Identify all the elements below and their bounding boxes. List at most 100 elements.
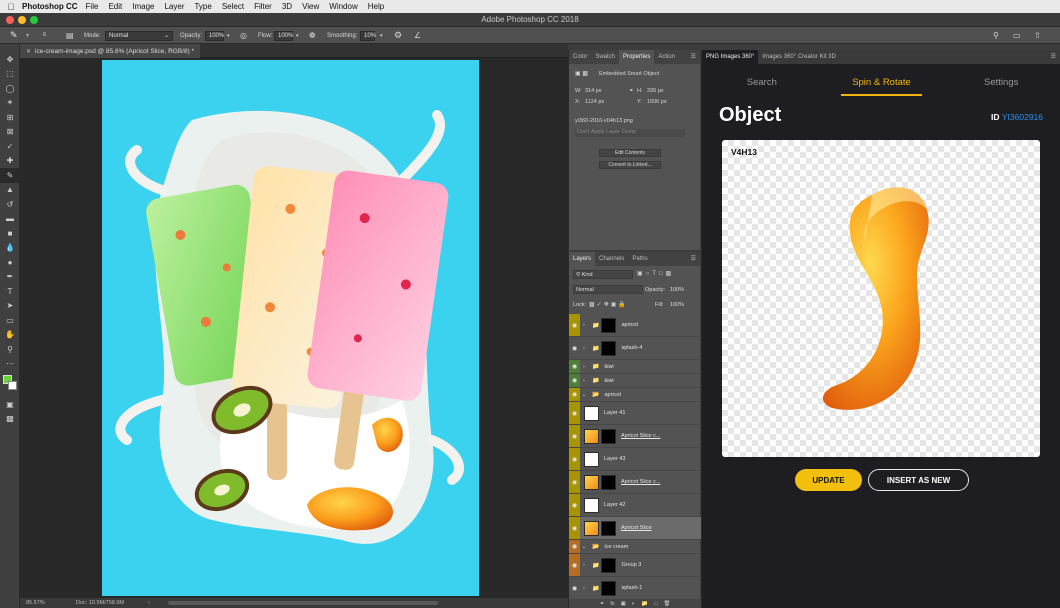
layer-name[interactable]: apricot bbox=[621, 322, 638, 328]
chevron-right-icon[interactable]: › bbox=[580, 374, 588, 387]
tab-creator-kit-3d[interactable]: Images 360° Creator Kit 3D bbox=[758, 50, 839, 64]
gear-icon[interactable]: ⚙ bbox=[394, 30, 402, 41]
layer-row[interactable]: ◉ › 📁 kiwi bbox=[569, 374, 701, 388]
layer-name[interactable]: Group 3 bbox=[621, 562, 641, 568]
angle-icon[interactable]: ∠ bbox=[414, 30, 421, 41]
layer-thumbnail[interactable] bbox=[584, 497, 599, 513]
layer-name[interactable]: Layer 42 bbox=[604, 502, 625, 508]
marquee-tool-icon[interactable]: ⬚ bbox=[0, 67, 20, 82]
layer-row[interactable]: ◉ › 📁 Group 3 bbox=[569, 554, 701, 577]
layer-row[interactable]: ◉ Apricot Slice c... bbox=[569, 425, 701, 448]
link-icon[interactable]: ⚭ bbox=[629, 88, 634, 94]
link-layers-icon[interactable]: ⚭ bbox=[600, 601, 605, 607]
trash-icon[interactable]: 🗑 bbox=[663, 601, 670, 607]
tab-png-images-360[interactable]: PNG Images 360° bbox=[702, 50, 759, 64]
layer-row[interactable]: ◉ › 📁 kiwi bbox=[569, 360, 701, 374]
layer-name[interactable]: apricot bbox=[604, 392, 621, 398]
menu-window[interactable]: Window bbox=[329, 2, 357, 11]
visibility-eye-icon[interactable]: ◉ bbox=[569, 577, 580, 599]
layer-comp-select[interactable]: Don't Apply Layer Comp bbox=[575, 129, 685, 137]
filter-kind-select[interactable]: ⚲ Kind bbox=[573, 270, 633, 279]
tab-layers[interactable]: Layers bbox=[569, 252, 596, 266]
chevron-right-icon[interactable]: › bbox=[580, 577, 588, 599]
panel-menu-icon[interactable]: ☰ bbox=[691, 53, 696, 60]
workspace-icon[interactable]: ▭ bbox=[1013, 30, 1021, 41]
layers-menu-icon[interactable]: ☰ bbox=[691, 255, 696, 262]
edit-contents-button[interactable]: Edit Contents bbox=[599, 149, 661, 157]
nav-spin-rotate[interactable]: Spin & Rotate bbox=[822, 72, 942, 96]
zoom-tool-icon[interactable]: ⚲ bbox=[0, 342, 20, 357]
pressure-opacity-icon[interactable]: ◎ bbox=[240, 30, 247, 41]
status-expand-icon[interactable]: › bbox=[148, 600, 150, 606]
flow-chevron-icon[interactable]: ▾ bbox=[296, 30, 299, 41]
tab-channels[interactable]: Channels bbox=[595, 252, 628, 266]
insert-as-new-button[interactable]: INSERT AS NEW bbox=[868, 469, 969, 491]
visibility-eye-icon[interactable]: ◉ bbox=[569, 494, 580, 516]
visibility-eye-icon[interactable]: ◉ bbox=[569, 374, 580, 387]
image-canvas[interactable] bbox=[102, 60, 479, 596]
menu-type[interactable]: Type bbox=[194, 2, 211, 11]
doc-size[interactable]: Doc: 10.5M/758.9M bbox=[76, 600, 124, 606]
layer-mask-thumbnail[interactable] bbox=[601, 520, 616, 536]
chevron-right-icon[interactable]: › bbox=[580, 554, 588, 576]
tab-properties[interactable]: Properties bbox=[619, 50, 655, 64]
plugin-menu-icon[interactable]: ☰ bbox=[1051, 53, 1056, 60]
color-swatches[interactable] bbox=[0, 371, 19, 397]
menu-edit[interactable]: Edit bbox=[108, 2, 122, 11]
opacity-chevron-icon[interactable]: ▾ bbox=[227, 30, 230, 41]
eraser-tool-icon[interactable]: ▬ bbox=[0, 212, 20, 227]
object-preview[interactable]: V4H13 bbox=[722, 140, 1040, 457]
nav-search[interactable]: Search bbox=[702, 72, 822, 96]
app-menu[interactable]: Photoshop CC bbox=[22, 2, 78, 11]
quick-select-tool-icon[interactable]: ✶ bbox=[0, 96, 20, 111]
layer-mask-thumbnail[interactable] bbox=[601, 340, 617, 356]
tab-swatches[interactable]: Swatch bbox=[591, 50, 619, 64]
height-value[interactable]: 336 px bbox=[647, 88, 664, 94]
chevron-down-icon[interactable]: ⌄ bbox=[580, 388, 588, 401]
brush-tool-icon[interactable]: ✎ bbox=[0, 168, 20, 183]
layer-name[interactable]: Apricot Slice c... bbox=[621, 433, 660, 439]
brush-size[interactable]: 6 bbox=[43, 29, 46, 40]
chevron-right-icon[interactable]: › bbox=[580, 360, 588, 373]
mode-select[interactable]: Normal ⌄ bbox=[105, 30, 173, 41]
shape-tool-icon[interactable]: ▭ bbox=[0, 313, 20, 328]
frame-tool-icon[interactable]: ⊠ bbox=[0, 125, 20, 140]
visibility-eye-icon[interactable]: ◉ bbox=[569, 360, 580, 373]
layer-name[interactable]: splash-4 bbox=[621, 345, 642, 351]
layer-thumbnail[interactable] bbox=[584, 405, 599, 421]
layer-row[interactable]: ◉ Layer 42 bbox=[569, 494, 701, 517]
pen-tool-icon[interactable]: ✒ bbox=[0, 270, 20, 285]
healing-tool-icon[interactable]: ✚ bbox=[0, 154, 20, 169]
visibility-eye-icon[interactable]: ◉ bbox=[569, 402, 580, 424]
layer-thumbnail[interactable] bbox=[584, 428, 599, 444]
visibility-eye-icon[interactable]: ◉ bbox=[569, 388, 580, 401]
layer-row[interactable]: ◉ Layer 43 bbox=[569, 448, 701, 471]
layer-mask-thumbnail[interactable] bbox=[601, 317, 617, 333]
horizontal-scrollbar[interactable] bbox=[168, 601, 438, 605]
stamp-tool-icon[interactable]: ▲ bbox=[0, 183, 20, 198]
menu-image[interactable]: Image bbox=[132, 2, 154, 11]
smoothing-input[interactable]: 10% bbox=[360, 30, 376, 41]
blur-tool-icon[interactable]: 💧 bbox=[0, 241, 20, 256]
object-id-value[interactable]: YI3602916 bbox=[1002, 112, 1043, 122]
lock-icons[interactable]: ▩✓✥▣🔒 bbox=[589, 301, 628, 308]
new-layer-icon[interactable]: □ bbox=[654, 601, 657, 607]
tab-color[interactable]: Color bbox=[569, 50, 591, 64]
layer-mask-thumbnail[interactable] bbox=[601, 428, 616, 444]
new-group-icon[interactable]: 📁 bbox=[641, 601, 648, 607]
layer-row[interactable]: ◉ Apricot Slice c... bbox=[569, 471, 701, 494]
layer-thumbnail[interactable] bbox=[584, 451, 599, 467]
menu-file[interactable]: File bbox=[86, 2, 99, 11]
layer-opacity-value[interactable]: 100% bbox=[670, 287, 684, 293]
chevron-right-icon[interactable]: › bbox=[580, 337, 588, 359]
visibility-eye-icon[interactable]: ◉ bbox=[569, 540, 580, 553]
menu-filter[interactable]: Filter bbox=[254, 2, 272, 11]
type-tool-icon[interactable]: T bbox=[0, 284, 20, 299]
share-icon[interactable]: ⇧ bbox=[1034, 30, 1041, 41]
zoom-level[interactable]: 85.57% bbox=[26, 600, 45, 606]
update-button[interactable]: UPDATE bbox=[795, 469, 862, 491]
visibility-eye-icon[interactable]: ◉ bbox=[569, 471, 580, 493]
nav-settings[interactable]: Settings bbox=[941, 72, 1060, 96]
layer-mask-thumbnail[interactable] bbox=[601, 557, 617, 573]
layer-name[interactable]: Layer 41 bbox=[604, 410, 625, 416]
